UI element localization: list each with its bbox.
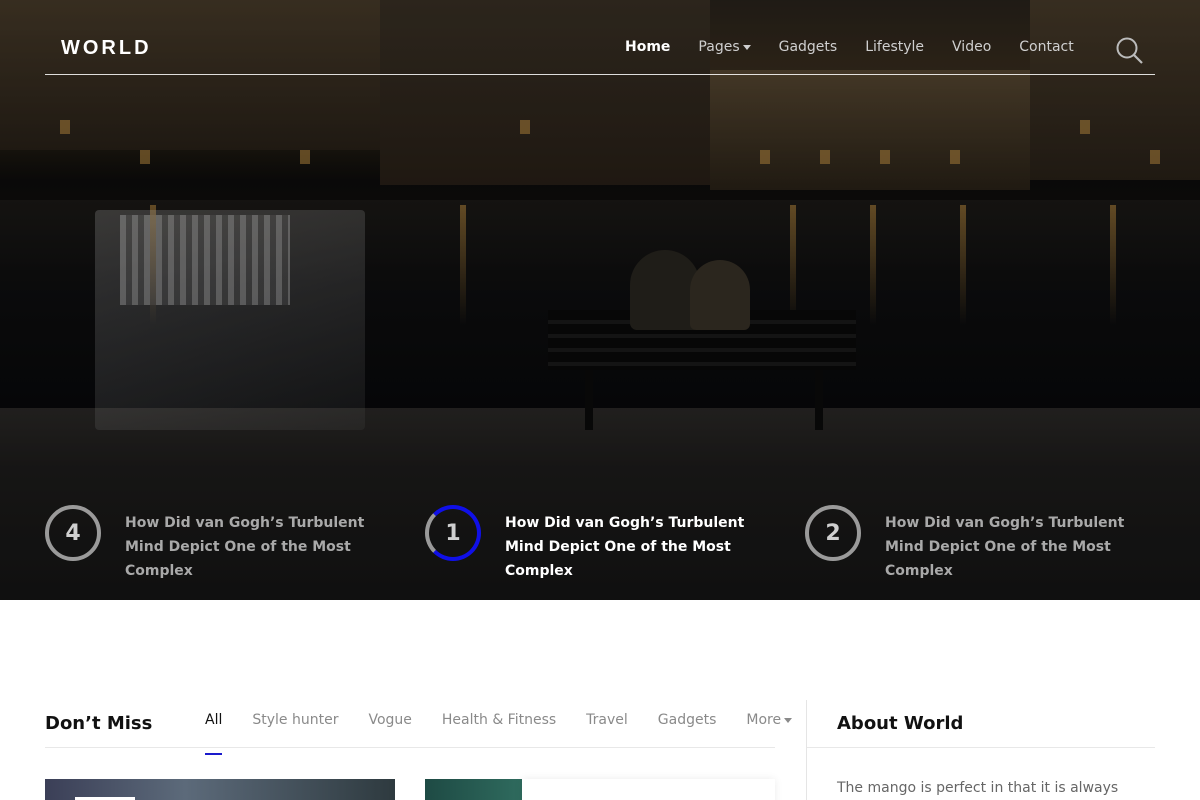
slide-title: How Did van Gogh’s Turbulent Mind Depict… bbox=[125, 515, 365, 579]
section-divider bbox=[45, 747, 775, 748]
post-card[interactable] bbox=[522, 779, 775, 800]
main-menu: Home Pages Gadgets Lifestyle Video Conta… bbox=[625, 39, 1074, 55]
tab-more[interactable]: More bbox=[746, 712, 793, 746]
about-text: The mango is perfect in that it is alway… bbox=[837, 780, 1119, 796]
slide-number-badge: 1 bbox=[425, 505, 481, 561]
nav-item-home[interactable]: Home bbox=[625, 39, 670, 55]
hero-slide-item[interactable]: 4 How Did van Gogh’s Turbulent Mind Depi… bbox=[45, 505, 385, 579]
nav-item-pages[interactable]: Pages bbox=[698, 39, 751, 55]
hero-banner: WORLD Home Pages Gadgets Lifestyle Video… bbox=[0, 0, 1200, 600]
slide-title: How Did van Gogh’s Turbulent Mind Depict… bbox=[885, 515, 1125, 579]
nav-item-contact[interactable]: Contact bbox=[1019, 39, 1073, 55]
tab-more-label: More bbox=[746, 712, 782, 728]
tab-vogue[interactable]: Vogue bbox=[368, 712, 411, 746]
caret-down-icon bbox=[742, 44, 751, 50]
section-title-about: About World bbox=[837, 713, 964, 734]
slide-number-badge: 4 bbox=[45, 505, 101, 561]
hero-slide-item[interactable]: 2 How Did van Gogh’s Turbulent Mind Depi… bbox=[805, 505, 1145, 579]
top-navbar: WORLD Home Pages Gadgets Lifestyle Video… bbox=[45, 22, 1155, 75]
featured-post-image[interactable] bbox=[45, 779, 395, 800]
nav-item-video[interactable]: Video bbox=[952, 39, 991, 55]
search-icon[interactable] bbox=[1115, 36, 1145, 66]
sidebar-divider bbox=[806, 700, 807, 800]
site-logo[interactable]: WORLD bbox=[61, 37, 152, 60]
nav-item-pages-label: Pages bbox=[698, 39, 740, 55]
tab-health-fitness[interactable]: Health & Fitness bbox=[442, 712, 556, 746]
slide-title: How Did van Gogh’s Turbulent Mind Depict… bbox=[505, 515, 745, 579]
section-divider bbox=[807, 747, 1155, 748]
nav-item-gadgets[interactable]: Gadgets bbox=[779, 39, 838, 55]
section-title-dont-miss: Don’t Miss bbox=[45, 713, 153, 734]
tab-travel[interactable]: Travel bbox=[586, 712, 628, 746]
nav-item-lifestyle[interactable]: Lifestyle bbox=[865, 39, 924, 55]
hero-slide-item-active[interactable]: 1 How Did van Gogh’s Turbulent Mind Depi… bbox=[425, 505, 765, 579]
caret-down-icon bbox=[784, 717, 793, 723]
tab-gadgets[interactable]: Gadgets bbox=[658, 712, 717, 746]
category-tabs: All Style hunter Vogue Health & Fitness … bbox=[205, 712, 793, 755]
tab-style-hunter[interactable]: Style hunter bbox=[252, 712, 338, 746]
slide-number-badge: 2 bbox=[805, 505, 861, 561]
post-thumbnail[interactable] bbox=[425, 779, 522, 800]
tab-all[interactable]: All bbox=[205, 712, 223, 755]
